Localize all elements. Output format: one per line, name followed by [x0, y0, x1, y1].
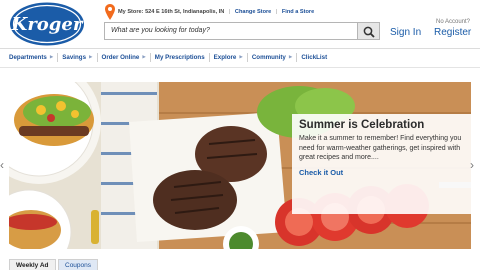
nav-item-savings[interactable]: Savings ▶: [62, 52, 98, 62]
store-bar: My Store: 524 E 16th St, Indianapolis, I…: [118, 9, 314, 15]
caret-right-icon: ▶: [142, 54, 146, 59]
nav-item-label: Community: [251, 53, 286, 61]
store-label: My Store:: [118, 9, 144, 15]
divider: [0, 48, 480, 49]
search-input[interactable]: What are you looking for today?: [104, 22, 358, 40]
change-store-link[interactable]: Change Store: [235, 9, 271, 15]
check-it-out-link[interactable]: Check it Out: [299, 168, 471, 177]
nav-item-order-online[interactable]: Order Online ▶: [101, 52, 151, 62]
nav-item-label: ClickList: [301, 53, 328, 61]
search-icon: [363, 26, 375, 38]
nav-item-my-prescriptions[interactable]: My Prescriptions: [154, 52, 210, 62]
nav-item-label: My Prescriptions: [154, 53, 205, 61]
caret-right-icon: ▶: [49, 54, 54, 59]
caret-right-icon: ▶: [239, 54, 243, 59]
nav-item-clicklist[interactable]: ClickList: [301, 53, 331, 62]
kroger-logo[interactable]: Kroger: [9, 2, 85, 46]
nav-item-label: Explore: [213, 53, 237, 61]
nav-item-label: Departments: [9, 53, 47, 61]
carousel-next-icon[interactable]: ›: [470, 158, 474, 172]
promo-body: Make it a summer to remember! Find every…: [299, 135, 462, 161]
sign-in-link[interactable]: Sign In: [390, 27, 421, 38]
tab-coupons[interactable]: Coupons: [58, 259, 99, 270]
no-account-label: No Account?: [436, 19, 471, 25]
divider: |: [228, 9, 231, 15]
caret-right-icon: ▶: [288, 54, 293, 59]
promo-card: Summer is Celebration Make it a summer t…: [292, 114, 471, 214]
search-button[interactable]: [357, 22, 380, 40]
register-link[interactable]: Register: [434, 27, 471, 38]
store-address: 524 E 16th St, Indianapolis, IN: [145, 9, 225, 15]
divider: |: [275, 9, 278, 15]
location-pin-icon: [105, 4, 115, 20]
carousel-prev-icon[interactable]: ‹: [0, 158, 4, 172]
tab-weekly-ad[interactable]: Weekly Ad: [9, 259, 56, 270]
nav-item-label: Savings: [62, 53, 87, 61]
nav-item-label: Order Online: [101, 53, 140, 61]
main-nav: Departments ▶ Savings ▶ Order Online ▶ My P…: [0, 50, 480, 64]
caret-right-icon: ▶: [89, 54, 93, 59]
find-store-link[interactable]: Find a Store: [282, 9, 314, 15]
divider: [0, 67, 480, 68]
nav-item-departments[interactable]: Departments ▶: [9, 52, 59, 62]
logo-text: Kroger: [11, 14, 84, 35]
nav-item-explore[interactable]: Explore ▶: [213, 52, 248, 62]
promo-title: Summer is Celebration: [299, 119, 425, 131]
nav-item-community[interactable]: Community ▶: [251, 52, 298, 62]
hero-banner[interactable]: Summer is Celebration Make it a summer t…: [9, 82, 471, 249]
